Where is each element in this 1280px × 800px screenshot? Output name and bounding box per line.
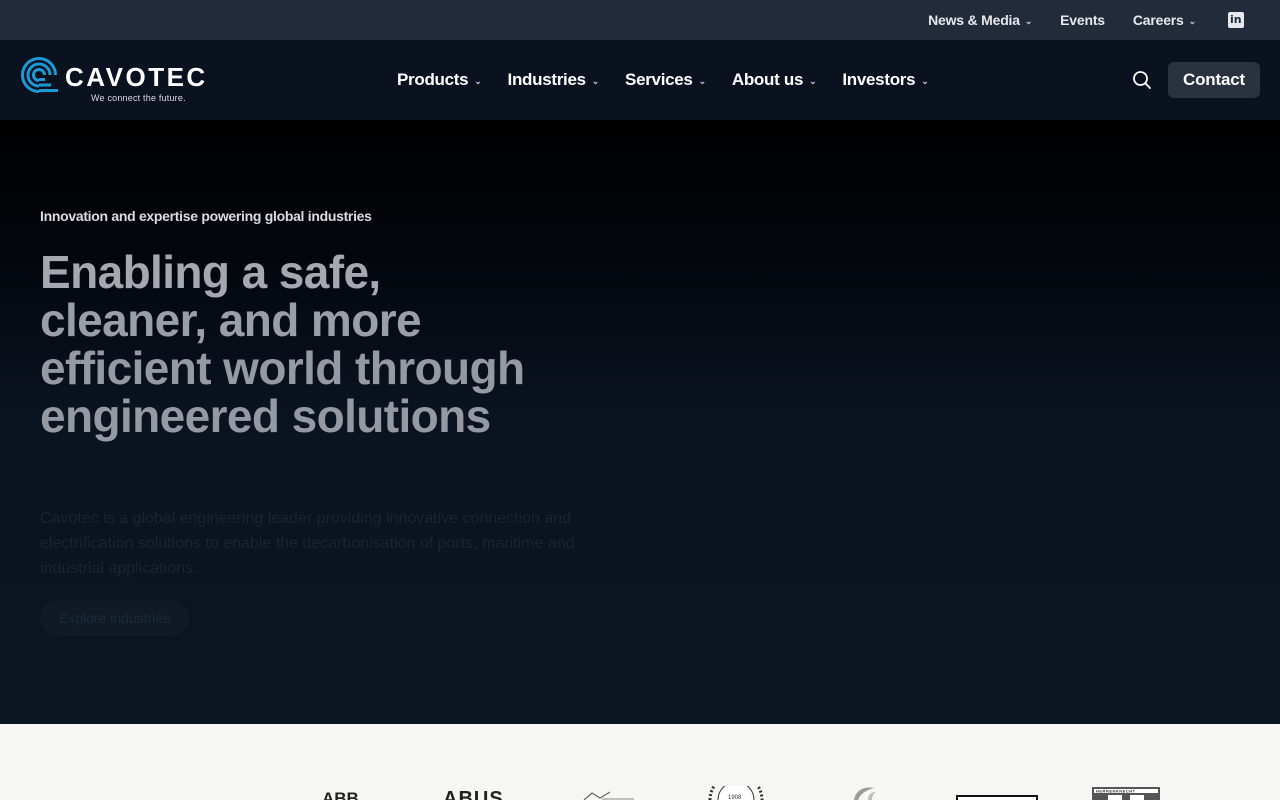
brand-logo[interactable]: CAVOTEC We connect the future. — [20, 56, 220, 106]
utility-item-news-media[interactable]: News & Media ⌄ — [928, 12, 1032, 28]
hero-section: Innovation and expertise powering global… — [0, 120, 1280, 724]
chevron-down-icon: ⌄ — [698, 75, 707, 86]
utility-item-label: Events — [1060, 12, 1105, 28]
brand-name: CAVOTEC — [65, 62, 208, 92]
svg-text:ABUS: ABUS — [443, 788, 504, 800]
hero-headline: Enabling a safe, cleaner, and more effic… — [40, 248, 600, 440]
utility-item-events[interactable]: Events — [1060, 12, 1105, 28]
svg-text:HERRENKNECHT: HERRENKNECHT — [1096, 789, 1136, 794]
partner-logo-6-icon — [956, 795, 1038, 800]
menu-item-label: Services — [625, 70, 693, 89]
hero-description: Cavotec is a global engineering leader p… — [40, 510, 575, 577]
utility-bar: News & Media ⌄ Events Careers ⌄ in — [0, 0, 1280, 40]
linkedin-icon[interactable]: in — [1228, 12, 1244, 28]
utility-item-label: Careers — [1132, 12, 1184, 28]
partner-logo-3-icon — [583, 791, 634, 800]
chevron-down-icon: ⌄ — [1024, 15, 1033, 26]
chevron-down-icon: ⌄ — [809, 75, 817, 86]
menu-item-label: Investors — [842, 70, 916, 89]
utility-item-label: News & Media — [928, 12, 1020, 28]
chevron-down-icon: ⌄ — [1188, 15, 1197, 26]
partner-logos-strip: ABB ABUS 1908 HERRENKNECHT — [0, 724, 1280, 800]
contact-button[interactable]: Contact — [1168, 62, 1260, 98]
svg-text:1908: 1908 — [728, 795, 742, 800]
brand-tagline: We connect the future. — [91, 93, 186, 103]
headline-line: Enabling a safe, — [40, 246, 381, 298]
menu-item-label: Industries — [507, 70, 587, 89]
partner-logo-4-icon: 1908 — [708, 786, 764, 800]
menu-item-industries[interactable]: Industries ⌄ — [508, 70, 600, 90]
headline-line: cleaner, and more — [40, 294, 422, 346]
herrenknecht-logo-icon: HERRENKNECHT — [1092, 787, 1160, 800]
utility-nav: News & Media ⌄ Events Careers ⌄ in — [928, 0, 1280, 40]
menu-item-label: Products — [397, 70, 469, 89]
partner-logo-5-icon — [854, 787, 876, 800]
headline-line: efficient world through — [40, 342, 525, 394]
chevron-down-icon: ⌄ — [921, 75, 929, 86]
hero-eyebrow: Innovation and expertise powering global… — [40, 208, 372, 224]
headline-line: engineered solutions — [40, 390, 491, 442]
search-icon[interactable] — [1130, 68, 1154, 92]
menu-item-about-us[interactable]: About us ⌄ — [732, 70, 817, 90]
menu-item-label: About us — [731, 70, 804, 89]
abus-logo-icon: ABUS — [443, 788, 504, 800]
abb-logo-icon: ABB — [322, 789, 359, 800]
chevron-down-icon: ⌄ — [591, 75, 600, 86]
chevron-down-icon: ⌄ — [474, 75, 482, 86]
main-header: CAVOTEC We connect the future. Products … — [0, 40, 1280, 120]
svg-text:ABB: ABB — [322, 789, 359, 800]
explore-industries-button[interactable]: Explore industries — [40, 600, 189, 636]
cavotec-logo-icon — [21, 57, 58, 94]
menu-item-services[interactable]: Services ⌄ — [625, 70, 706, 90]
menu-item-products[interactable]: Products ⌄ — [397, 70, 482, 90]
utility-item-careers[interactable]: Careers ⌄ — [1133, 12, 1196, 28]
primary-menu: Products ⌄ Industries ⌄ Services ⌄ About… — [397, 40, 955, 120]
menu-item-investors[interactable]: Investors ⌄ — [842, 70, 928, 90]
